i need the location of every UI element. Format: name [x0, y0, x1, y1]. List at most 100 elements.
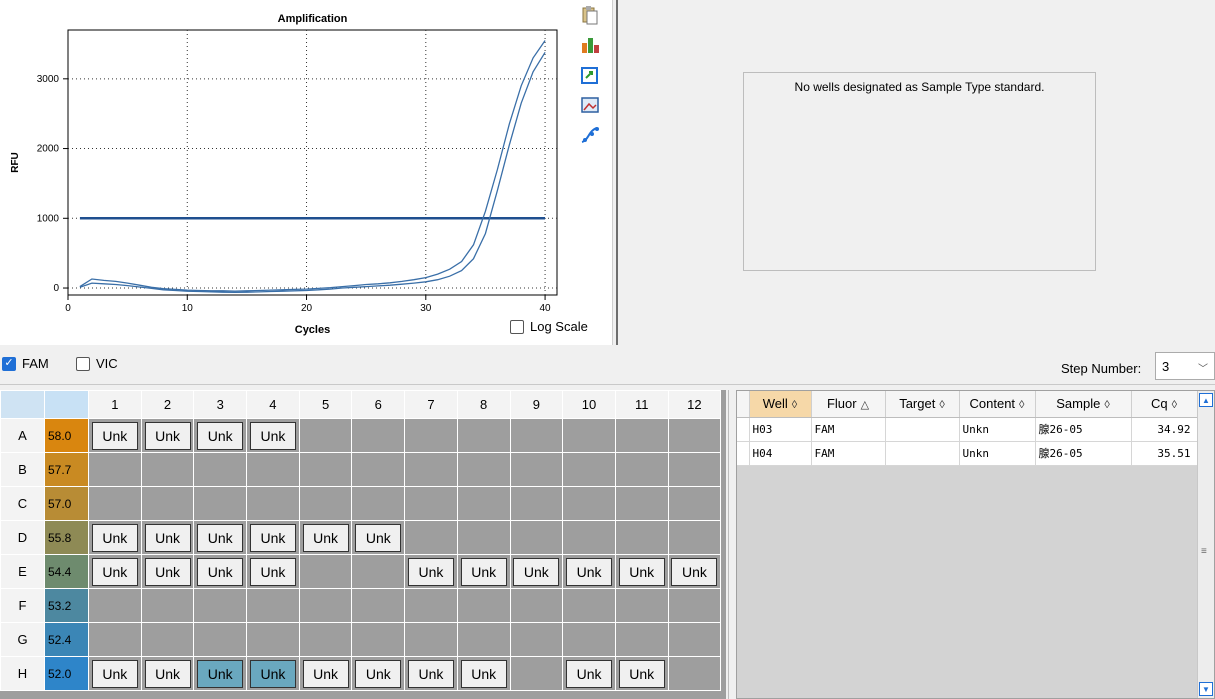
well-F11[interactable]: [614, 588, 669, 623]
scroll-down-icon[interactable]: ▼: [1199, 682, 1213, 696]
well-H2[interactable]: Unk: [140, 656, 195, 691]
well-B6[interactable]: [351, 452, 406, 487]
well-button[interactable]: Unk: [407, 557, 454, 586]
well-D2[interactable]: Unk: [140, 520, 195, 555]
well-C3[interactable]: [193, 486, 248, 521]
well-D10[interactable]: [562, 520, 616, 555]
plate-col-header-1[interactable]: 1: [88, 390, 142, 419]
fluor-fam[interactable]: ✓ FAM: [2, 356, 49, 371]
well-G12[interactable]: [667, 622, 722, 657]
well-button[interactable]: Unk: [460, 659, 507, 688]
well-A5[interactable]: [298, 418, 353, 453]
well-B1[interactable]: [88, 452, 142, 487]
well-A12[interactable]: [667, 418, 722, 453]
col-header-content[interactable]: Content ◊: [959, 391, 1036, 418]
export-icon[interactable]: [578, 64, 602, 86]
well-F7[interactable]: [404, 588, 458, 623]
well-F3[interactable]: [193, 588, 248, 623]
plate-col-header-9[interactable]: 9: [509, 390, 564, 419]
well-E3[interactable]: Unk: [193, 554, 248, 589]
well-A9[interactable]: [509, 418, 564, 453]
well-button[interactable]: Unk: [407, 659, 454, 688]
well-F5[interactable]: [298, 588, 353, 623]
plate-col-header-10[interactable]: 10: [562, 390, 616, 419]
well-B10[interactable]: [562, 452, 616, 487]
well-A6[interactable]: [351, 418, 406, 453]
well-G11[interactable]: [614, 622, 669, 657]
well-D12[interactable]: [667, 520, 722, 555]
curve-icon[interactable]: [578, 124, 602, 146]
plate-col-header-8[interactable]: 8: [456, 390, 511, 419]
well-button[interactable]: Unk: [355, 659, 402, 688]
well-H5[interactable]: Unk: [298, 656, 353, 691]
well-button[interactable]: Unk: [671, 557, 718, 586]
table-row[interactable]: H03 FAM Unkn 腺26-05 34.92: [737, 417, 1198, 442]
well-G7[interactable]: [404, 622, 458, 657]
well-B4[interactable]: [246, 452, 300, 487]
well-E12[interactable]: Unk: [667, 554, 722, 589]
well-G8[interactable]: [456, 622, 511, 657]
well-B8[interactable]: [456, 452, 511, 487]
results-scrollbar[interactable]: ▲ ≡ ▼: [1197, 391, 1214, 698]
well-H8[interactable]: Unk: [456, 656, 511, 691]
well-E9[interactable]: Unk: [509, 554, 564, 589]
well-button[interactable]: Unk: [144, 523, 191, 552]
well-E7[interactable]: Unk: [404, 554, 458, 589]
well-B11[interactable]: [614, 452, 669, 487]
step-number-select[interactable]: 3 ﹀: [1155, 352, 1215, 380]
log-scale-toggle[interactable]: Log Scale: [510, 319, 588, 334]
plate-row-header-F[interactable]: F: [0, 588, 45, 623]
well-button[interactable]: Unk: [197, 421, 244, 450]
well-C10[interactable]: [562, 486, 616, 521]
well-button[interactable]: Unk: [302, 523, 349, 552]
well-E1[interactable]: Unk: [88, 554, 142, 589]
well-button[interactable]: Unk: [144, 659, 191, 688]
well-H12[interactable]: [667, 656, 722, 691]
row-selector[interactable]: [737, 417, 750, 442]
vic-checkbox[interactable]: [76, 356, 90, 371]
scroll-up-icon[interactable]: ▲: [1199, 393, 1213, 407]
well-F1[interactable]: [88, 588, 142, 623]
plate-row-header-G[interactable]: G: [0, 622, 45, 657]
well-G1[interactable]: [88, 622, 142, 657]
well-D1[interactable]: Unk: [88, 520, 142, 555]
well-D4[interactable]: Unk: [246, 520, 300, 555]
well-C5[interactable]: [298, 486, 353, 521]
col-header-target[interactable]: Target ◊: [885, 391, 960, 418]
well-A1[interactable]: Unk: [88, 418, 142, 453]
well-button[interactable]: Unk: [618, 659, 665, 688]
well-C1[interactable]: [88, 486, 142, 521]
well-G3[interactable]: [193, 622, 248, 657]
well-button[interactable]: Unk: [618, 557, 665, 586]
well-C7[interactable]: [404, 486, 458, 521]
well-H11[interactable]: Unk: [614, 656, 669, 691]
well-G4[interactable]: [246, 622, 300, 657]
well-button[interactable]: Unk: [355, 523, 402, 552]
well-button[interactable]: Unk: [91, 659, 138, 688]
plate-row-header-H[interactable]: H: [0, 656, 45, 691]
scroll-grip-icon[interactable]: ≡: [1201, 546, 1207, 557]
well-C8[interactable]: [456, 486, 511, 521]
well-D6[interactable]: Unk: [351, 520, 406, 555]
plate-col-header-12[interactable]: 12: [667, 390, 722, 419]
log-scale-checkbox[interactable]: [510, 319, 524, 334]
well-F12[interactable]: [667, 588, 722, 623]
well-D9[interactable]: [509, 520, 564, 555]
well-C4[interactable]: [246, 486, 300, 521]
well-D8[interactable]: [456, 520, 511, 555]
well-button[interactable]: Unk: [144, 421, 191, 450]
well-H10[interactable]: Unk: [562, 656, 616, 691]
image-icon[interactable]: [578, 94, 602, 116]
amplification-chart[interactable]: Amplification 0 10 20 30 40 0 1000 2000 3000 Cycle…: [0, 0, 575, 345]
plate-col-header-11[interactable]: 11: [614, 390, 669, 419]
well-F2[interactable]: [140, 588, 195, 623]
well-A2[interactable]: Unk: [140, 418, 195, 453]
chart-settings-icon[interactable]: [578, 34, 602, 56]
well-H1[interactable]: Unk: [88, 656, 142, 691]
horizontal-splitter[interactable]: [0, 384, 1215, 388]
well-E10[interactable]: Unk: [562, 554, 616, 589]
plate-col-header-7[interactable]: 7: [404, 390, 458, 419]
well-G2[interactable]: [140, 622, 195, 657]
well-E2[interactable]: Unk: [140, 554, 195, 589]
plate-corner[interactable]: [0, 390, 45, 419]
